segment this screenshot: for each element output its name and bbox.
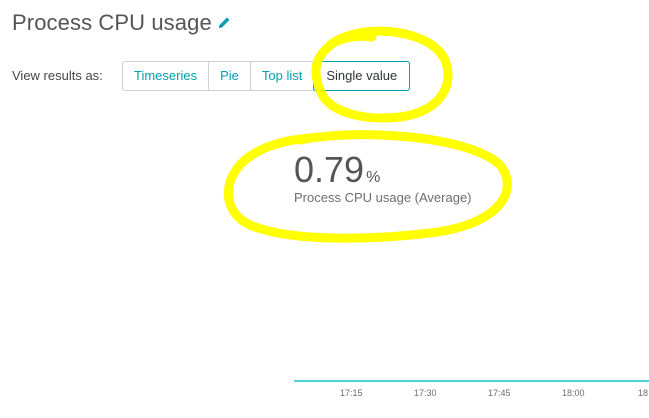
timeline-line [294,380,649,382]
single-value-number: 0.79 [294,149,365,190]
pie-button[interactable]: Pie [209,62,251,90]
timeline-strip: 17:15 17:30 17:45 18:00 18 [294,376,649,406]
page-title-text: Process CPU usage [12,10,212,35]
timeline-tick: 18 [638,388,649,398]
single-value-button[interactable]: Single value [313,61,411,91]
top-list-button[interactable]: Top list [251,62,315,90]
pencil-icon[interactable] [216,15,232,31]
view-results-label: View results as: [12,68,103,83]
single-value-caption: Process CPU usage (Average) [294,190,472,205]
single-value-display: 0.79% Process CPU usage (Average) [294,149,472,206]
timeline-tick: 17:30 [414,388,437,398]
timeline-tick: 17:45 [488,388,511,398]
timeline-tick: 18:00 [562,388,585,398]
timeseries-button[interactable]: Timeseries [123,62,210,90]
single-value-unit: % [366,169,381,186]
page-title: Process CPU usage [12,10,232,36]
timeline-tick: 17:15 [340,388,363,398]
page: Process CPU usage View results as: Times… [0,0,649,418]
view-mode-button-group: Timeseries Pie Top list Single value [122,61,411,91]
